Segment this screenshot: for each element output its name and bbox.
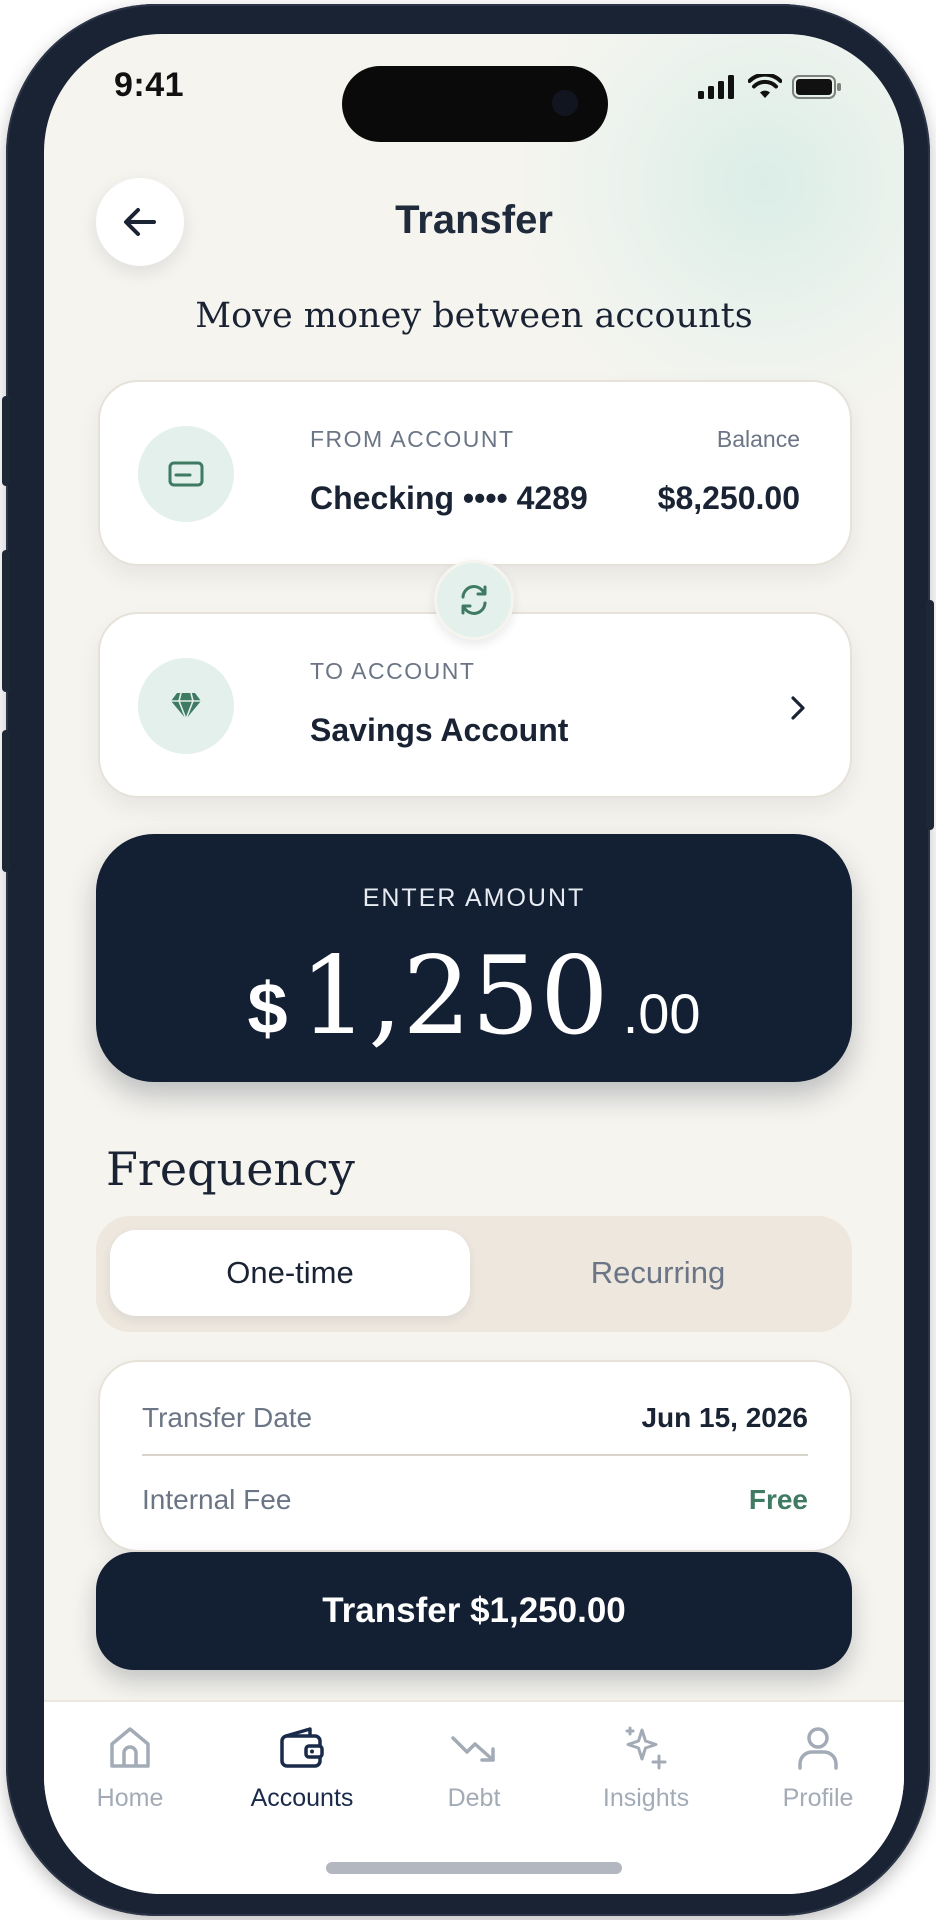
page-subtitle: Move money between accounts bbox=[195, 296, 753, 336]
home-indicator[interactable] bbox=[326, 1862, 622, 1874]
status-icons bbox=[698, 74, 842, 100]
balance-value: $8,250.00 bbox=[657, 480, 800, 516]
frequency-segmented-control: One-time Recurring bbox=[96, 1216, 852, 1332]
signal-icon bbox=[698, 75, 734, 99]
from-account-icon-badge bbox=[138, 426, 234, 522]
frequency-option-one-time[interactable]: One-time bbox=[110, 1230, 470, 1316]
status-bar: 9:41 bbox=[44, 34, 904, 144]
transfer-details-card: Transfer Date Jun 15, 2026 Internal Fee … bbox=[98, 1360, 852, 1552]
card-icon bbox=[168, 461, 204, 487]
amount-whole: 1,250 bbox=[299, 934, 609, 1059]
to-account-name: Savings Account bbox=[310, 712, 569, 748]
chevron-right-icon bbox=[791, 696, 805, 720]
frequency-option-recurring[interactable]: Recurring bbox=[478, 1230, 838, 1316]
tab-home[interactable]: Home bbox=[44, 1722, 216, 1832]
from-account-label: FROM ACCOUNT bbox=[310, 426, 515, 452]
user-icon bbox=[798, 1727, 838, 1770]
tab-profile[interactable]: Profile bbox=[732, 1722, 904, 1832]
tab-accounts[interactable]: Accounts bbox=[216, 1722, 388, 1832]
tab-debt[interactable]: Debt bbox=[388, 1722, 560, 1832]
from-account-name: Checking •••• 4289 bbox=[310, 480, 588, 516]
from-account-card[interactable]: FROM ACCOUNT Checking •••• 4289 Balance … bbox=[98, 380, 852, 566]
to-account-label: TO ACCOUNT bbox=[310, 658, 476, 684]
swap-accounts-button[interactable] bbox=[434, 560, 514, 640]
internal-fee-value: Free bbox=[748, 1484, 808, 1515]
transfer-date-label: Transfer Date bbox=[142, 1402, 313, 1433]
amount-input-card[interactable]: ENTER AMOUNT $1,250.00 bbox=[96, 834, 852, 1082]
page-title: Transfer bbox=[395, 198, 553, 242]
tab-insights[interactable]: Insights bbox=[560, 1722, 732, 1832]
details-divider bbox=[142, 1454, 808, 1456]
screen: 9:41 Transfer Move money between account… bbox=[44, 34, 904, 1894]
frequency-heading: Frequency bbox=[106, 1142, 355, 1196]
amount-label: ENTER AMOUNT bbox=[362, 884, 586, 912]
status-time: 9:41 bbox=[114, 66, 185, 104]
amount-currency: $ bbox=[247, 969, 288, 1049]
battery-icon bbox=[792, 75, 841, 99]
dynamic-island bbox=[342, 66, 608, 142]
tab-debt-label: Debt bbox=[447, 1784, 501, 1812]
swap-arrows-icon bbox=[461, 585, 487, 615]
trending-down-icon bbox=[451, 1736, 495, 1762]
amount-value[interactable]: $1,250.00 bbox=[96, 934, 852, 1059]
sparkles-icon bbox=[625, 1726, 667, 1770]
balance-label: Balance bbox=[716, 426, 800, 452]
tab-home-label: Home bbox=[96, 1784, 164, 1812]
wallet-icon bbox=[280, 1727, 324, 1768]
volume-up-button bbox=[2, 550, 10, 692]
transfer-submit-button[interactable]: Transfer $1,250.00 bbox=[96, 1552, 852, 1670]
header: Transfer bbox=[44, 174, 904, 274]
home-icon bbox=[110, 1727, 150, 1768]
silent-switch bbox=[2, 396, 10, 486]
tab-insights-label: Insights bbox=[602, 1784, 690, 1812]
tab-accounts-label: Accounts bbox=[250, 1784, 354, 1812]
transfer-date-value: Jun 15, 2026 bbox=[641, 1402, 808, 1433]
internal-fee-label: Internal Fee bbox=[142, 1484, 292, 1515]
wifi-icon bbox=[748, 74, 782, 98]
volume-down-button bbox=[2, 730, 10, 872]
tab-profile-label: Profile bbox=[782, 1784, 854, 1812]
amount-cents: .00 bbox=[622, 982, 701, 1045]
internal-fee-row: Internal Fee Free bbox=[142, 1484, 808, 1534]
phone-frame: 9:41 Transfer Move money between account… bbox=[2, 4, 934, 1916]
to-account-icon-badge bbox=[138, 658, 234, 754]
transfer-date-row[interactable]: Transfer Date Jun 15, 2026 bbox=[142, 1402, 808, 1452]
power-button bbox=[926, 600, 934, 830]
camera-icon bbox=[552, 90, 578, 116]
diamond-icon bbox=[171, 692, 201, 720]
